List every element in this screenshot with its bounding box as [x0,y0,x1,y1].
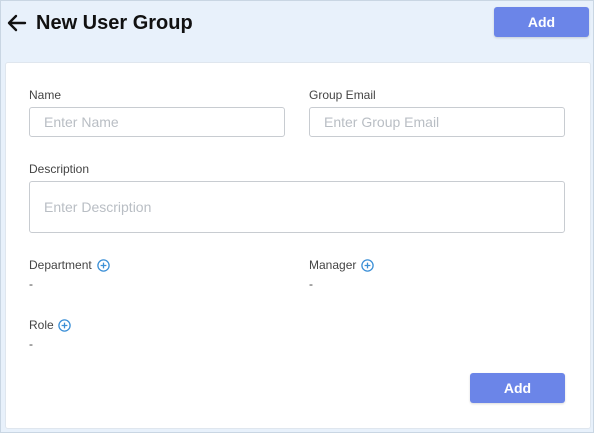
department-label: Department [29,258,92,272]
add-button-bottom[interactable]: Add [470,373,565,403]
description-label: Description [29,162,90,176]
manager-value: - [309,277,313,291]
role-value: - [29,337,33,351]
group-email-label: Group Email [309,88,376,102]
page-title: New User Group [36,12,193,34]
back-arrow-icon[interactable] [6,12,28,34]
description-input[interactable]: Enter Description [29,181,565,233]
name-input[interactable]: Enter Name [29,107,285,137]
name-label: Name [29,88,62,102]
page-header: New User Group Add [1,1,593,59]
add-role-icon[interactable] [58,319,71,332]
role-label: Role [29,318,54,332]
add-manager-icon[interactable] [361,259,374,272]
manager-label: Manager [309,258,357,272]
form-card: Name Enter Name Group Email Enter Group … [5,62,591,429]
add-button-top[interactable]: Add [494,7,589,37]
app-window: New User Group Add Name Enter Name Group… [0,0,594,433]
group-email-input[interactable]: Enter Group Email [309,107,565,137]
department-value: - [29,277,33,291]
add-department-icon[interactable] [97,259,110,272]
